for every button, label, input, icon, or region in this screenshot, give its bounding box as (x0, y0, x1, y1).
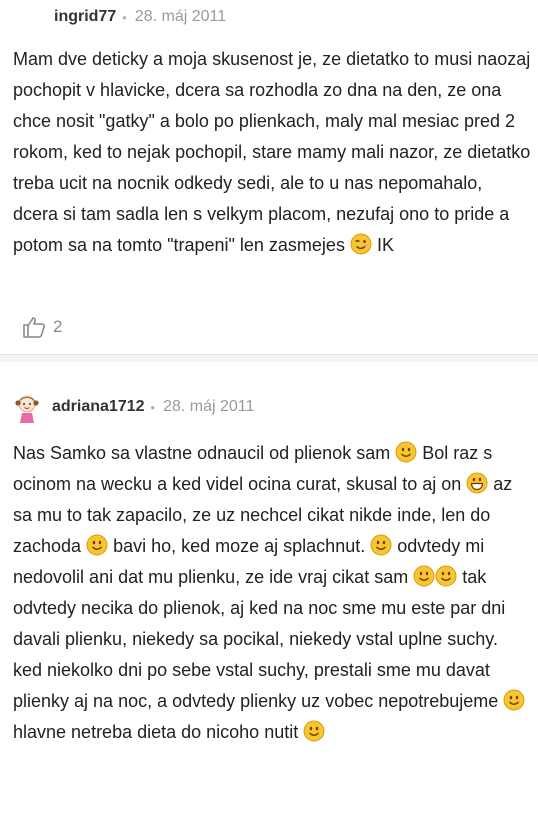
comment-header: adriana1712 • 28. máj 2011 (12, 390, 255, 424)
comment-text-part: tak odvtedy necika do plienok, aj ked na… (13, 567, 506, 711)
comment-text-part: Mam dve deticky a moja skusenost je, ze … (13, 49, 531, 255)
smile-emoji (503, 689, 525, 711)
meta-separator: • (122, 9, 127, 25)
wink-emoji (350, 233, 372, 255)
comment-text-part: Nas Samko sa vlastne odnaucil od plienok… (13, 443, 396, 463)
grin-emoji (466, 472, 488, 494)
comment-date: 28. máj 2011 (134, 8, 227, 25)
smile-emoji (303, 720, 325, 742)
girl-avatar-icon[interactable] (12, 390, 42, 424)
smile-emoji (86, 534, 108, 556)
comment-text: Mam dve deticky a moja skusenost je, ze … (13, 44, 531, 261)
comment-text-part: hlavne netreba dieta do nicoho nutit (13, 722, 304, 742)
meta-separator: • (150, 399, 156, 415)
like-button[interactable]: 2 (22, 316, 62, 338)
username[interactable]: ingrid77 (54, 8, 116, 26)
smile-emoji (413, 565, 435, 587)
smile-emoji (370, 534, 392, 556)
comment-divider (0, 354, 538, 362)
like-count: 2 (53, 317, 63, 336)
comment-text: Nas Samko sa vlastne odnaucil od plienok… (13, 438, 531, 748)
comment-header: ingrid77 • 28. máj 2011 (54, 2, 226, 32)
username[interactable]: adriana1712 (52, 398, 145, 416)
comment-text-part: IK (371, 235, 394, 255)
comment-date: 28. máj 2011 (163, 398, 255, 415)
comment-card: adriana1712 • 28. máj 2011 Nas Samko sa … (0, 362, 538, 836)
comment-text-part: bavi ho, ked moze aj splachnut. (108, 536, 371, 556)
smile-emoji (435, 565, 457, 587)
smile-emoji (395, 441, 417, 463)
comment-card: ingrid77 • 28. máj 2011 Mam dve deticky … (0, 0, 538, 354)
thumbs-up-icon (23, 317, 45, 338)
